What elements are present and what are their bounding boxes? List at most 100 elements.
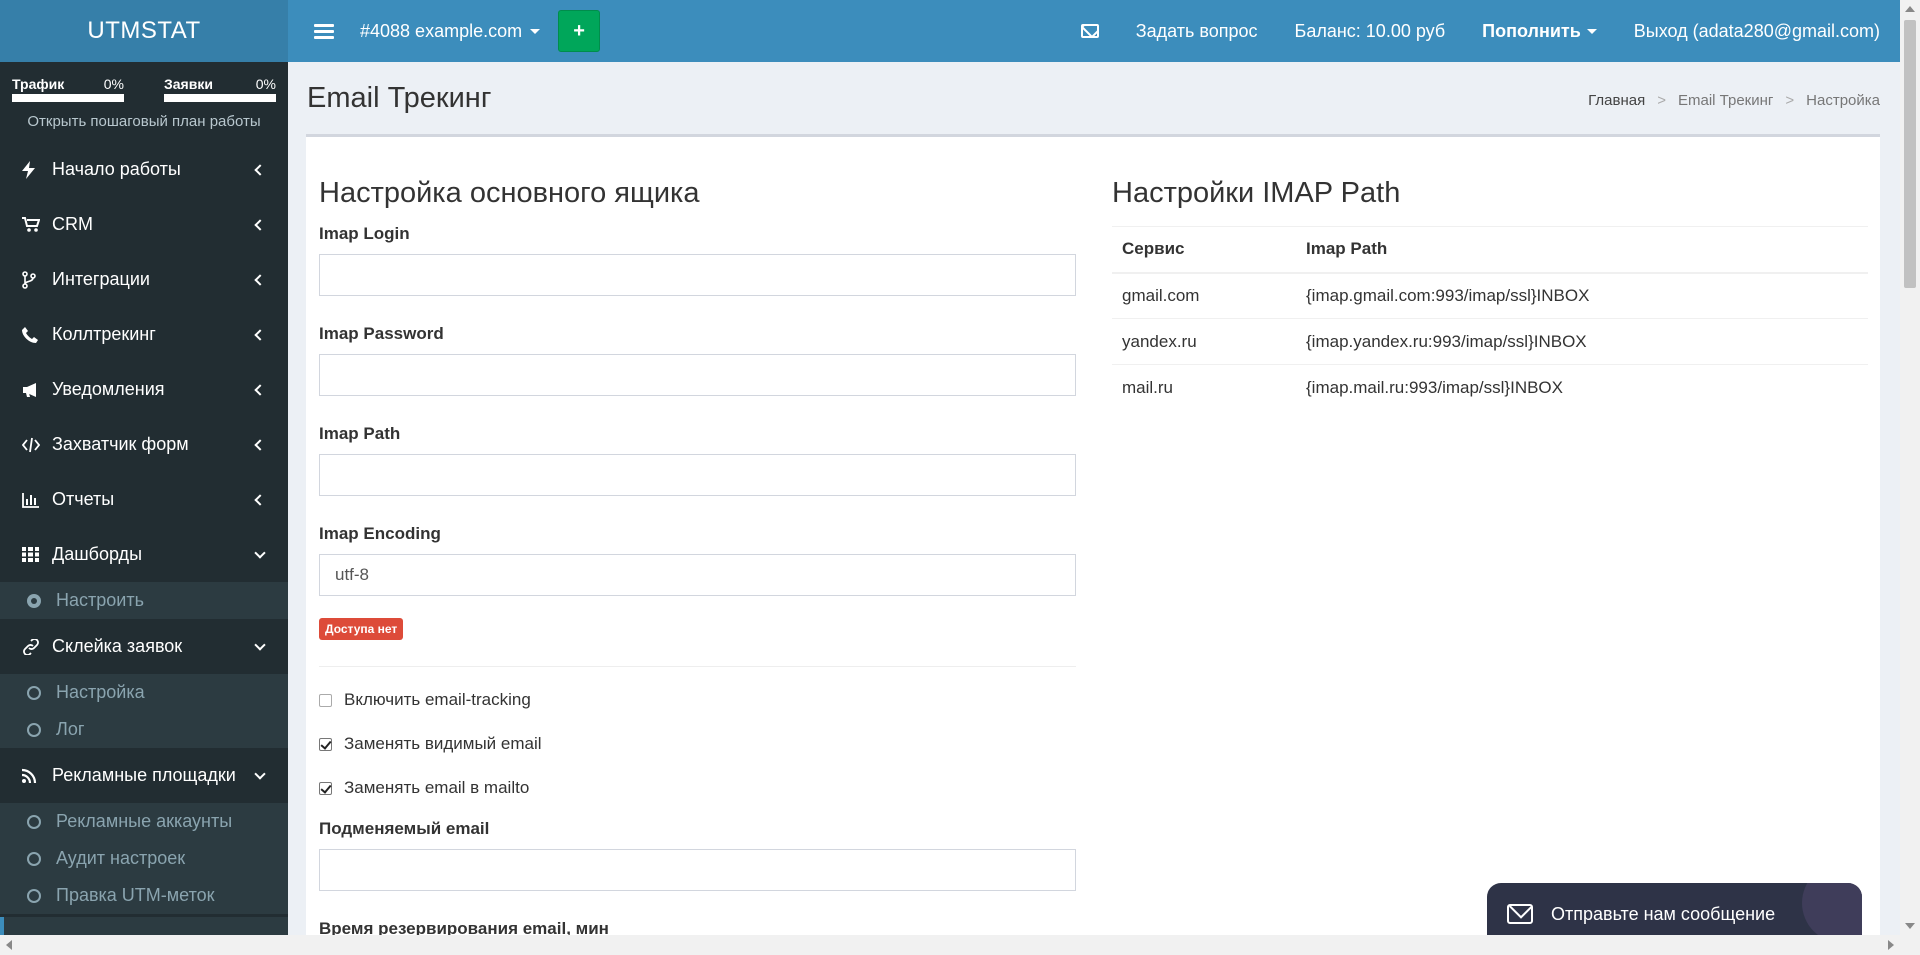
- messages-button[interactable]: [1080, 24, 1099, 38]
- content-header: Email Трекинг Главная > Email Трекинг > …: [288, 62, 1880, 134]
- balance-text: Баланс: 10.00 руб: [1294, 20, 1446, 41]
- chevron-left-icon: [254, 273, 266, 286]
- mailbox-settings-heading: Настройка основного ящика: [319, 177, 700, 209]
- envelope-icon: [1507, 904, 1533, 924]
- sidebar-item-label: Отчеты: [52, 489, 115, 509]
- link-icon: [22, 638, 52, 655]
- sidebar-subitem-configure[interactable]: Настроить: [0, 582, 288, 619]
- open-plan-link[interactable]: Открыть пошаговый план работы: [0, 113, 288, 130]
- breadcrumb-home[interactable]: Главная: [1588, 92, 1645, 109]
- top-navbar: UTMSTAT #4088 example.com + Задать вопро…: [0, 0, 1900, 62]
- sidebar-subitem-settings-audit[interactable]: Аудит настроек: [0, 840, 288, 877]
- code-icon: [22, 437, 52, 453]
- sidebar-subitem-log[interactable]: Лог: [0, 711, 288, 748]
- imap-path-table: Сервис Imap Path gmail.com {imap.gmail.c…: [1112, 226, 1868, 411]
- sidebar-item-request-merge[interactable]: Склейка заявок: [0, 619, 288, 674]
- table-cell-path: {imap.mail.ru:993/imap/ssl}INBOX: [1296, 364, 1868, 411]
- vertical-scrollbar[interactable]: [1900, 0, 1920, 935]
- ad-platforms-submenu: Рекламные аккаунты Аудит настроек Правка…: [0, 803, 288, 914]
- table-row: yandex.ru {imap.yandex.ru:993/imap/ssl}I…: [1112, 318, 1868, 365]
- replace-mailto-checkbox[interactable]: [319, 781, 332, 795]
- logo[interactable]: UTMSTAT: [0, 0, 288, 62]
- horizontal-scrollbar[interactable]: [0, 935, 1920, 955]
- chevron-left-icon: [254, 218, 266, 231]
- table-row: gmail.com {imap.gmail.com:993/imap/ssl}I…: [1112, 272, 1868, 319]
- project-selector[interactable]: #4088 example.com: [360, 21, 541, 42]
- scroll-down-icon[interactable]: [1905, 923, 1915, 929]
- imap-path-input[interactable]: [319, 454, 1076, 496]
- chevron-left-icon: [254, 438, 266, 451]
- sidebar-item-label: Уведомления: [52, 379, 165, 399]
- ask-question-link[interactable]: Задать вопрос: [1136, 21, 1258, 42]
- settings-box: Настройка основного ящика Imap Login Ima…: [306, 134, 1880, 955]
- sidebar-subitem-settings[interactable]: Настройка: [0, 674, 288, 711]
- sidebar-item-calltracking[interactable]: Коллтрекинг: [0, 307, 288, 362]
- replace-visible-row[interactable]: Заменять видимый email: [319, 733, 1076, 755]
- bolt-icon: [22, 160, 52, 179]
- envelope-icon: [1080, 24, 1099, 38]
- chevron-left-icon: [254, 493, 266, 506]
- sidebar-item-label: CRM: [52, 214, 93, 234]
- sidebar-subitem-utm-edit[interactable]: Правка UTM-меток: [0, 877, 288, 914]
- breadcrumb-email-tracking[interactable]: Email Трекинг: [1678, 92, 1773, 109]
- replaced-email-label: Подменяемый email: [319, 819, 490, 838]
- grid-icon: [22, 547, 52, 562]
- enable-tracking-row[interactable]: Включить email-tracking: [319, 689, 1076, 711]
- requests-percent: 0%: [255, 76, 276, 92]
- bar-chart-icon: [22, 492, 52, 508]
- sidebar-item-ad-platforms[interactable]: Рекламные площадки: [0, 748, 288, 803]
- traffic-percent: 0%: [103, 76, 124, 92]
- chat-label: Отправьте нам сообщение: [1551, 903, 1776, 924]
- chevron-down-icon: [254, 638, 266, 651]
- sidebar-item-crm[interactable]: CRM: [0, 197, 288, 252]
- breadcrumb-current: Настройка: [1806, 92, 1880, 109]
- sidebar-item-reports[interactable]: Отчеты: [0, 472, 288, 527]
- replace-visible-label: Заменять видимый email: [344, 734, 542, 753]
- sidebar-subitem-label: Рекламные аккаунты: [56, 811, 233, 831]
- logout-link[interactable]: Выход (adata280@gmail.com): [1634, 21, 1880, 42]
- access-status-badge: Доступа нет: [319, 618, 404, 640]
- scroll-left-icon[interactable]: [6, 940, 12, 950]
- sidebar-item-notifications[interactable]: Уведомления: [0, 362, 288, 417]
- sidebar-item-form-capture[interactable]: Захватчик форм: [0, 417, 288, 472]
- table-cell-service: yandex.ru: [1112, 318, 1296, 365]
- replace-visible-checkbox[interactable]: [319, 737, 332, 751]
- page-title: Email Трекинг: [307, 82, 492, 114]
- replace-mailto-row[interactable]: Заменять email в mailto: [319, 777, 1076, 799]
- chevron-left-icon: [254, 383, 266, 396]
- sidebar-item-dashboards[interactable]: Дашборды: [0, 527, 288, 582]
- sidebar-item-label: Дашборды: [52, 544, 142, 564]
- topup-dropdown[interactable]: Пополнить: [1482, 21, 1597, 42]
- sidebar-subitem-label: Правка UTM-меток: [56, 885, 215, 905]
- table-header-row: Сервис Imap Path: [1112, 226, 1868, 274]
- dashboards-submenu: Настроить: [0, 582, 288, 619]
- replaced-email-input[interactable]: [319, 849, 1076, 891]
- scroll-right-icon[interactable]: [1888, 940, 1894, 950]
- imap-login-input[interactable]: [319, 254, 1076, 296]
- breadcrumb: Главная > Email Трекинг > Настройка: [1588, 92, 1880, 109]
- scroll-up-icon[interactable]: [1905, 6, 1915, 12]
- imap-password-input[interactable]: [319, 354, 1076, 396]
- caret-down-icon: [1586, 28, 1597, 34]
- scrollbar-thumb[interactable]: [1904, 20, 1916, 288]
- imap-password-label: Imap Password: [319, 324, 444, 343]
- sidebar-item-integrations[interactable]: Интеграции: [0, 252, 288, 307]
- imap-encoding-input[interactable]: utf-8: [319, 554, 1076, 596]
- add-project-button[interactable]: +: [558, 10, 601, 52]
- sidebar-next-item: [0, 917, 288, 935]
- sidebar-item-getting-started[interactable]: Начало работы: [0, 142, 288, 197]
- breadcrumb-separator: >: [1657, 92, 1666, 109]
- sidebar-subitem-ad-accounts[interactable]: Рекламные аккаунты: [0, 803, 288, 840]
- enable-tracking-checkbox[interactable]: [319, 693, 332, 707]
- gear-icon: [27, 593, 41, 608]
- topup-label: Пополнить: [1482, 20, 1581, 41]
- column-header-imap-path: Imap Path: [1296, 226, 1868, 274]
- traffic-label: Трафик: [12, 76, 65, 92]
- sidebar-subitem-label: Аудит настроек: [56, 848, 186, 868]
- sidebar-subitem-label: Настройка: [56, 682, 145, 702]
- traffic-progress-bar: [12, 94, 124, 102]
- circle-icon: [27, 888, 41, 903]
- replace-mailto-label: Заменять email в mailto: [344, 778, 530, 797]
- hamburger-menu-icon[interactable]: [314, 23, 334, 39]
- column-header-service: Сервис: [1112, 226, 1296, 274]
